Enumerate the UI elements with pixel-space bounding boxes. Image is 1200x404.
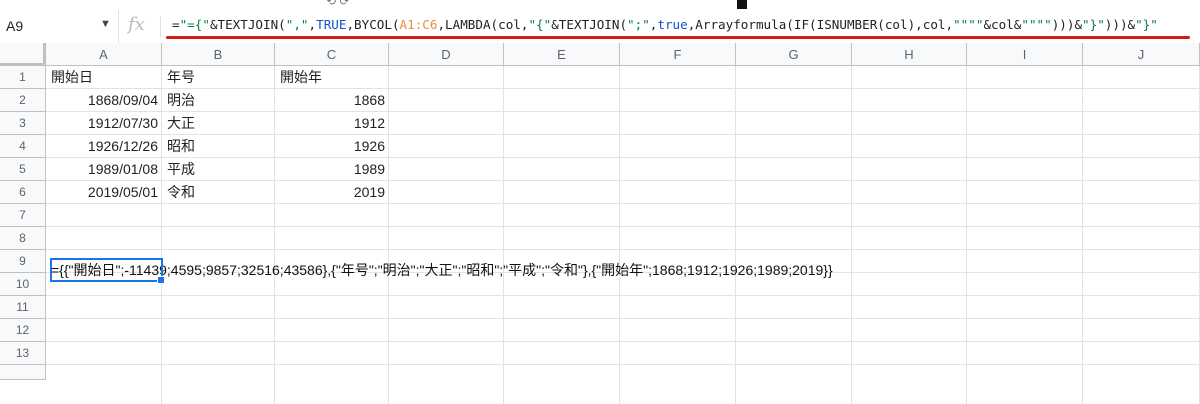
formula-token: &col& bbox=[983, 17, 1022, 32]
row-header-13[interactable]: 13 bbox=[0, 342, 46, 365]
row-header-6[interactable]: 6 bbox=[0, 181, 46, 204]
formula-input[interactable]: ="={"&TEXTJOIN(",",TRUE,BYCOL(A1:C6,LAMB… bbox=[172, 17, 1158, 32]
column-header-f[interactable]: F bbox=[620, 43, 736, 66]
row-header-12[interactable]: 12 bbox=[0, 319, 46, 342]
column-gridline bbox=[161, 66, 162, 404]
row-header-9[interactable]: 9 bbox=[0, 250, 46, 273]
column-header-i[interactable]: I bbox=[967, 43, 1083, 66]
cell-c5[interactable]: 1989 bbox=[275, 158, 385, 181]
undo-redo-icon[interactable]: ⟲ ⟳ bbox=[326, 0, 349, 8]
formula-token: true bbox=[657, 17, 688, 32]
row-gridline bbox=[46, 180, 1200, 181]
cell-a2[interactable]: 1868/09/04 bbox=[46, 89, 158, 112]
row-gridline bbox=[46, 249, 1200, 250]
formula-token: "}" bbox=[1135, 17, 1158, 32]
row-gridline bbox=[46, 111, 1200, 112]
fx-icon: fx bbox=[128, 14, 145, 35]
cursor-marker-icon bbox=[737, 0, 747, 9]
row-gridline bbox=[46, 318, 1200, 319]
row-gridline bbox=[46, 88, 1200, 89]
row-header-4[interactable]: 4 bbox=[0, 135, 46, 158]
formula-token: )))& bbox=[1104, 17, 1136, 32]
cell-a6[interactable]: 2019/05/01 bbox=[46, 181, 158, 204]
column-gridline bbox=[735, 66, 736, 404]
cell-b6[interactable]: 令和 bbox=[167, 181, 195, 204]
name-box-ref[interactable]: A9 bbox=[6, 18, 23, 34]
active-cell-selection[interactable] bbox=[50, 258, 163, 282]
row-gridline bbox=[46, 364, 1200, 365]
cell-b2[interactable]: 明治 bbox=[167, 89, 195, 112]
row-header-5[interactable]: 5 bbox=[0, 158, 46, 181]
annotation-underline bbox=[166, 36, 1190, 39]
row-gridline bbox=[46, 134, 1200, 135]
formula-token: """" bbox=[953, 17, 984, 32]
formula-divider bbox=[160, 16, 161, 37]
column-header-a[interactable]: A bbox=[46, 43, 162, 66]
column-header-h[interactable]: H bbox=[852, 43, 967, 66]
column-header-j[interactable]: J bbox=[1083, 43, 1200, 66]
row-header-7[interactable]: 7 bbox=[0, 204, 46, 227]
column-header-c[interactable]: C bbox=[275, 43, 389, 66]
cell-a4[interactable]: 1926/12/26 bbox=[46, 135, 158, 158]
formula-token: "," bbox=[285, 17, 309, 32]
row-header-11[interactable]: 11 bbox=[0, 296, 46, 319]
formula-token: = bbox=[172, 17, 180, 32]
column-gridline bbox=[503, 66, 504, 404]
column-header-b[interactable]: B bbox=[162, 43, 275, 66]
row-gridline bbox=[46, 203, 1200, 204]
cell-a3[interactable]: 1912/07/30 bbox=[46, 112, 158, 135]
column-gridline bbox=[388, 66, 389, 404]
cell-c2[interactable]: 1868 bbox=[275, 89, 385, 112]
row-gridline bbox=[46, 226, 1200, 227]
formula-token: "={" bbox=[179, 17, 210, 32]
fill-handle[interactable] bbox=[157, 276, 165, 284]
formula-token: , bbox=[308, 17, 317, 32]
cell-b3[interactable]: 大正 bbox=[167, 112, 195, 135]
cell-b5[interactable]: 平成 bbox=[167, 158, 195, 181]
formula-token: ,Arrayformula(IF(ISNUMBER(col),col, bbox=[687, 17, 954, 32]
row-gridline bbox=[46, 157, 1200, 158]
column-header-g[interactable]: G bbox=[736, 43, 852, 66]
formula-token: &TEXTJOIN( bbox=[209, 17, 286, 32]
formula-token: &TEXTJOIN( bbox=[551, 17, 628, 32]
formula-token: ,LAMBDA(col, bbox=[437, 17, 529, 32]
column-gridline bbox=[966, 66, 967, 404]
cell-c1[interactable]: 開始年 bbox=[280, 66, 322, 89]
formula-token: "{" bbox=[528, 17, 552, 32]
row-gridline bbox=[46, 341, 1200, 342]
cell-a9-content[interactable]: ={{"開始日";-11439;4595;9857;32516;43586},{… bbox=[51, 259, 833, 282]
chevron-down-icon[interactable]: ▼ bbox=[100, 18, 111, 30]
column-gridline bbox=[1082, 66, 1083, 404]
cell-c4[interactable]: 1926 bbox=[275, 135, 385, 158]
formula-token: ,BYCOL( bbox=[346, 17, 400, 32]
row-header-2[interactable]: 2 bbox=[0, 89, 46, 112]
formula-bar: A9 ▼ fx ="={"&TEXTJOIN(",",TRUE,BYCOL(A1… bbox=[0, 10, 1200, 44]
row-header-partial[interactable] bbox=[0, 365, 46, 380]
formula-token: "}" bbox=[1082, 17, 1105, 32]
top-strip: ⟲ ⟳ bbox=[0, 0, 1200, 10]
cell-b1[interactable]: 年号 bbox=[167, 66, 195, 89]
row-header-10[interactable]: 10 bbox=[0, 273, 46, 296]
column-header-e[interactable]: E bbox=[504, 43, 620, 66]
row-header-3[interactable]: 3 bbox=[0, 112, 46, 135]
cell-a5[interactable]: 1989/01/08 bbox=[46, 158, 158, 181]
cell-c3[interactable]: 1912 bbox=[275, 112, 385, 135]
cell-a1[interactable]: 開始日 bbox=[51, 66, 93, 89]
formula-token: ";" bbox=[627, 17, 650, 32]
cell-b4[interactable]: 昭和 bbox=[167, 135, 195, 158]
name-box[interactable]: A9 ▼ bbox=[0, 10, 119, 43]
formula-token: """" bbox=[1021, 17, 1052, 32]
column-gridline bbox=[619, 66, 620, 404]
row-header-8[interactable]: 8 bbox=[0, 227, 46, 250]
formula-token: A1:C6 bbox=[399, 17, 438, 32]
row-header-1[interactable]: 1 bbox=[0, 66, 46, 89]
select-all-corner[interactable] bbox=[0, 43, 46, 66]
column-gridline bbox=[851, 66, 852, 404]
cell-c6[interactable]: 2019 bbox=[275, 181, 385, 204]
spreadsheet-grid: A B C D E F G H I J 1 2 3 4 5 6 7 8 9 10 11 12 13 開始日 年号 開始年 1868/… bbox=[0, 43, 1200, 404]
column-header-d[interactable]: D bbox=[389, 43, 504, 66]
formula-token: TRUE bbox=[316, 17, 347, 32]
row-gridline bbox=[46, 295, 1200, 296]
formula-token: )))& bbox=[1051, 17, 1083, 32]
